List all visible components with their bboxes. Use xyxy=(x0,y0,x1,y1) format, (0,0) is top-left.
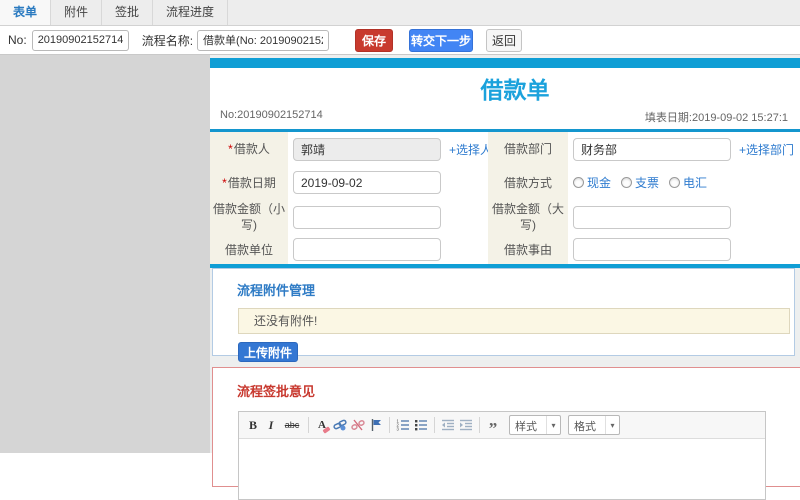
radio-wire[interactable]: 电汇 xyxy=(669,174,707,191)
form-top-bar xyxy=(210,58,800,68)
loan-reason-label: 借款事由 xyxy=(488,235,568,264)
indent-icon[interactable] xyxy=(458,416,474,434)
italic-icon[interactable]: I xyxy=(263,416,279,434)
loan-unit-input[interactable] xyxy=(293,238,441,261)
svg-text:3: 3 xyxy=(397,427,400,432)
upload-attachment-button[interactable]: 上传附件 xyxy=(238,342,298,362)
loan-reason-input[interactable] xyxy=(573,238,731,261)
loan-form-section: 借款单 No:20190902152714 填表日期:2019-09-02 15… xyxy=(210,58,800,268)
borrower-label: * 借款人 xyxy=(210,132,288,166)
radio-icon[interactable] xyxy=(573,177,584,188)
styles-dropdown[interactable]: 样式 xyxy=(509,415,561,435)
loan-unit-field-cell xyxy=(288,235,488,264)
tab-bar: 表单 附件 签批 流程进度 xyxy=(0,0,800,26)
anchor-flag-icon[interactable] xyxy=(368,416,384,434)
required-mark: * xyxy=(222,175,227,190)
forward-next-step-button[interactable]: 转交下一步 xyxy=(409,28,474,52)
radio-cheque[interactable]: 支票 xyxy=(621,174,659,191)
form-meta-row: No:20190902152714 填表日期:2019-09-02 15:27:… xyxy=(220,105,800,125)
rich-text-editor: B I abc A 123 ” 样式 ▾ 格式 ▾ xyxy=(238,411,766,500)
form-date-text: 填表日期:2019-09-02 15:27:1 xyxy=(644,112,788,124)
no-label: No: xyxy=(8,33,27,47)
format-dropdown-label: 格式 xyxy=(574,421,596,433)
editor-content-area[interactable] xyxy=(239,439,765,499)
tab-progress[interactable]: 流程进度 xyxy=(153,0,229,25)
action-toolbar: No: 流程名称: 保存 转交下一步 返回 xyxy=(0,26,800,55)
borrower-field-cell: +选择人员 xyxy=(288,132,504,166)
toolbar-separator xyxy=(479,417,480,433)
content-area: 借款单 No:20190902152714 填表日期:2019-09-02 15… xyxy=(0,55,800,500)
radio-wire-label: 电汇 xyxy=(683,176,708,190)
numbered-list-icon[interactable]: 123 xyxy=(395,416,411,434)
unlink-icon[interactable] xyxy=(350,416,366,434)
strikethrough-icon[interactable]: abc xyxy=(281,416,303,434)
loan-reason-field-cell xyxy=(568,235,800,264)
save-button[interactable]: 保存 xyxy=(355,28,394,52)
chevron-down-icon xyxy=(605,416,619,434)
loan-reason-label-text: 借款事由 xyxy=(503,242,552,257)
approval-heading: 流程签批意见 xyxy=(237,384,316,399)
outdent-icon[interactable] xyxy=(440,416,456,434)
remove-format-icon[interactable]: A xyxy=(314,416,330,434)
dept-label: 借款部门 xyxy=(488,132,568,166)
loan-method-label-text: 借款方式 xyxy=(503,175,552,190)
no-input[interactable] xyxy=(31,29,129,51)
loan-method-label: 借款方式 xyxy=(488,166,568,199)
radio-cash-label: 现金 xyxy=(587,176,612,190)
form-no-text: No:20190902152714 xyxy=(220,109,323,121)
loan-date-label-text: 借款日期 xyxy=(227,175,276,190)
amount-big-input[interactable] xyxy=(573,205,731,229)
attachment-section: 流程附件管理 还没有附件! 上传附件 xyxy=(212,268,795,362)
loan-date-label: * 借款日期 xyxy=(210,166,288,199)
dept-label-text: 借款部门 xyxy=(503,142,552,156)
bulleted-list-icon[interactable] xyxy=(413,416,429,434)
select-dept-link[interactable]: +选择部门 xyxy=(739,141,794,158)
required-mark: * xyxy=(228,142,233,156)
process-name-input[interactable] xyxy=(197,29,330,51)
radio-cheque-label: 支票 xyxy=(635,176,660,190)
bold-icon[interactable]: B xyxy=(245,416,261,434)
tab-form[interactable]: 表单 xyxy=(0,0,52,25)
form-title: 借款单 xyxy=(480,77,550,103)
loan-unit-label: 借款单位 xyxy=(210,235,288,264)
borrower-label-text: 借款人 xyxy=(233,142,270,156)
loan-date-input[interactable] xyxy=(293,171,441,194)
toolbar-separator xyxy=(389,417,390,433)
amount-big-field-cell xyxy=(568,199,800,235)
styles-dropdown-label: 样式 xyxy=(515,421,537,433)
approval-section: 流程签批意见 B I abc A 123 ” 样式 ▾ 格式 ▾ xyxy=(212,367,800,500)
toolbar-separator xyxy=(434,417,435,433)
tab-attachment[interactable]: 附件 xyxy=(51,0,103,25)
amount-big-label-text: 借款金额（大写) xyxy=(491,202,564,232)
tab-sign[interactable]: 签批 xyxy=(102,0,154,25)
link-icon[interactable] xyxy=(332,416,348,434)
loan-method-radios: 现金 支票 电汇 xyxy=(573,174,707,191)
dept-field-cell: +选择部门 xyxy=(568,132,800,166)
amount-small-field-cell xyxy=(288,199,488,235)
back-button[interactable]: 返回 xyxy=(486,28,523,52)
blockquote-icon[interactable]: ” xyxy=(485,416,501,437)
attachment-heading: 流程附件管理 xyxy=(237,283,316,298)
radio-cash[interactable]: 现金 xyxy=(573,174,611,191)
amount-big-label: 借款金额（大写) xyxy=(488,199,568,235)
form-fields-grid: * 借款人 +选择人员 借款部门 +选择部门 * 借款日期 xyxy=(210,132,800,264)
loan-method-field-cell: 现金 支票 电汇 xyxy=(568,166,800,199)
no-attachment-message: 还没有附件! xyxy=(238,308,790,334)
toolbar-separator xyxy=(308,417,309,433)
borrower-input[interactable] xyxy=(293,137,441,161)
amount-small-input[interactable] xyxy=(293,205,441,229)
format-dropdown[interactable]: 格式 xyxy=(568,415,620,435)
process-name-label: 流程名称: xyxy=(141,33,194,48)
radio-icon[interactable] xyxy=(669,177,681,188)
chevron-down-icon xyxy=(546,416,560,434)
loan-unit-label-text: 借款单位 xyxy=(224,242,273,257)
loan-date-field-cell xyxy=(288,166,488,199)
amount-small-label-text: 借款金额（小写) xyxy=(213,202,286,232)
amount-small-label: 借款金额（小写) xyxy=(210,199,288,235)
radio-icon[interactable] xyxy=(621,177,633,188)
editor-toolbar: B I abc A 123 ” 样式 ▾ 格式 ▾ xyxy=(239,412,765,439)
dept-input[interactable] xyxy=(573,137,731,161)
